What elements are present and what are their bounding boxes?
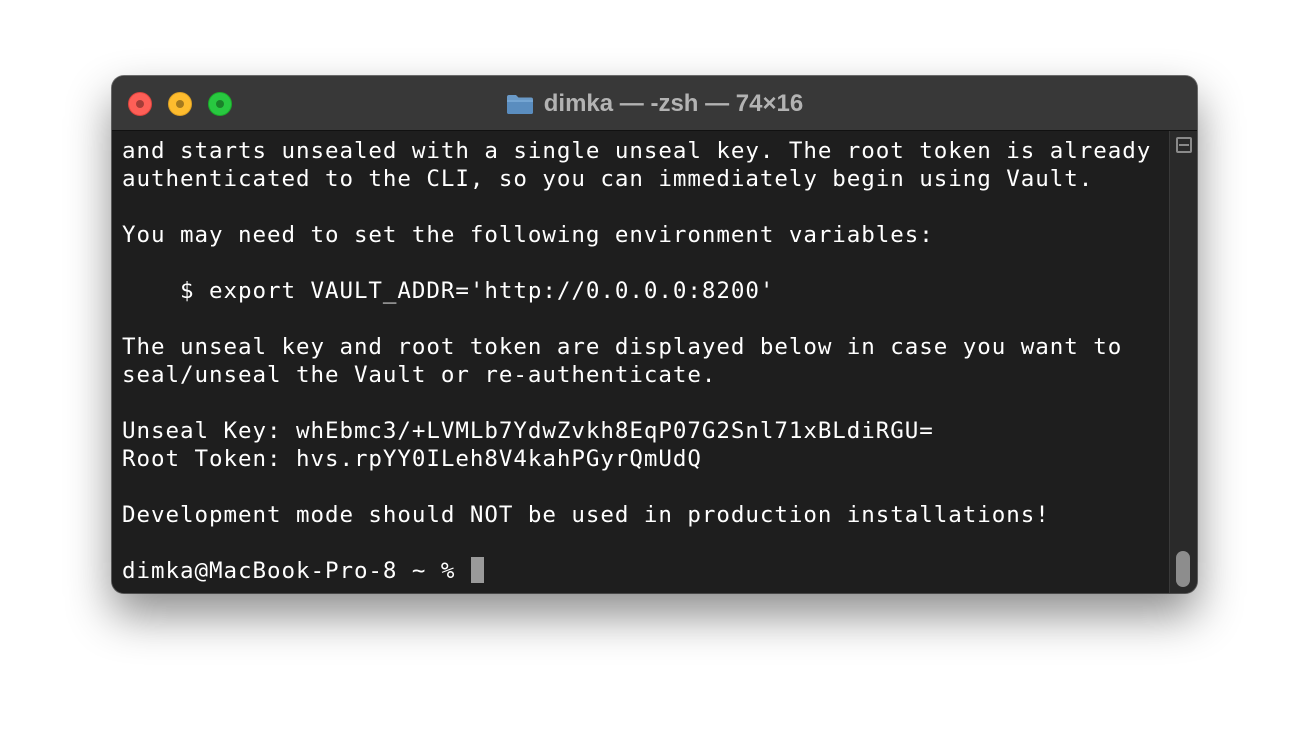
title-bar[interactable]: dimka — -zsh — 74×16 bbox=[112, 76, 1197, 131]
terminal-window: dimka — -zsh — 74×16 and starts unsealed… bbox=[112, 76, 1197, 593]
text-cursor bbox=[470, 557, 484, 583]
scrollbar[interactable] bbox=[1169, 131, 1197, 593]
split-pane-icon[interactable] bbox=[1176, 137, 1192, 153]
terminal-line: You may need to set the following enviro… bbox=[122, 222, 934, 248]
unseal-key-line: Unseal Key: whEbmc3/+LVMLb7YdwZvkh8EqP07… bbox=[122, 418, 934, 444]
terminal-line: seal/unseal the Vault or re-authenticate… bbox=[122, 362, 717, 388]
terminal-output[interactable]: and starts unsealed with a single unseal… bbox=[112, 131, 1169, 593]
terminal-line: The unseal key and root token are displa… bbox=[122, 334, 1123, 360]
root-token-line: Root Token: hvs.rpYY0ILeh8V4kahPGyrQmUdQ bbox=[122, 446, 702, 472]
window-title: dimka — -zsh — 74×16 bbox=[543, 89, 804, 117]
shell-prompt: dimka@MacBook-Pro-8 ~ % bbox=[122, 558, 470, 584]
terminal-line: authenticated to the CLI, so you can imm… bbox=[122, 166, 1094, 192]
scrollbar-thumb[interactable] bbox=[1176, 551, 1190, 587]
window-title-area: dimka — -zsh — 74×16 bbox=[112, 76, 1197, 131]
prompt-line[interactable]: dimka@MacBook-Pro-8 ~ % bbox=[122, 557, 1169, 585]
terminal-line: and starts unsealed with a single unseal… bbox=[122, 138, 1152, 164]
terminal-line: $ export VAULT_ADDR='http://0.0.0.0:8200… bbox=[122, 278, 775, 304]
terminal-line: Development mode should NOT be used in p… bbox=[122, 502, 1050, 528]
folder-icon bbox=[506, 94, 533, 114]
